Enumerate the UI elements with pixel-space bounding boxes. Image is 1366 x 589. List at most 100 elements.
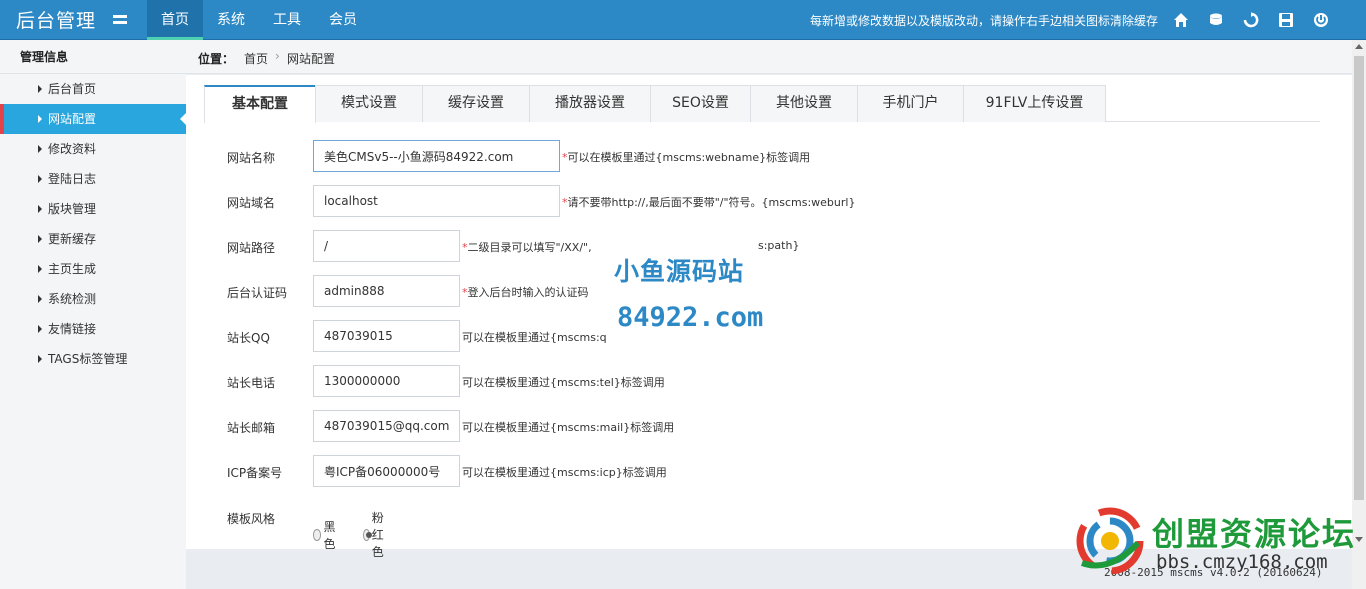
forum-logo-mark-icon xyxy=(1076,507,1144,575)
email-label: 站长邮箱 xyxy=(227,421,276,435)
theme-option-black[interactable]: 黑色 xyxy=(313,509,339,560)
phone-hint: 可以在模板里通过{mscms:tel}标签调用 xyxy=(462,376,665,389)
power-icon[interactable] xyxy=(1310,10,1332,30)
admin-code-label: 后台认证码 xyxy=(227,286,288,300)
sidebar-item-label: 登陆日志 xyxy=(48,172,97,186)
tab-seo[interactable]: SEO设置 xyxy=(650,85,751,122)
qq-input[interactable] xyxy=(313,320,460,352)
breadcrumb-current: 网站配置 xyxy=(287,52,336,66)
tab-mobile[interactable]: 手机门户 xyxy=(857,85,964,122)
admin-code-hint: *登入后台时输入的认证码 xyxy=(462,286,589,299)
site-domain-label: 网站域名 xyxy=(227,196,276,210)
theme-radio-group: 黑色 粉红色 xyxy=(313,509,413,560)
sidebar-item-generate[interactable]: 主页生成 xyxy=(0,254,186,284)
sidebar-item-label: 版块管理 xyxy=(48,202,97,216)
watermark-line1: 小鱼源码站 xyxy=(614,257,745,286)
watermark-line2: 84922.com xyxy=(617,302,764,333)
site-name-input[interactable] xyxy=(313,140,560,172)
tab-flv-upload[interactable]: 91FLV上传设置 xyxy=(963,85,1106,122)
email-hint: 可以在模板里通过{mscms:mail}标签调用 xyxy=(462,421,675,434)
forum-logo: 创盟资源论坛 bbs.cmzy168.com xyxy=(1072,503,1354,583)
tab-player[interactable]: 播放器设置 xyxy=(529,85,651,122)
radio-checked-icon[interactable] xyxy=(363,528,372,541)
scroll-down-arrow-icon[interactable] xyxy=(1355,537,1363,542)
nav-system[interactable]: 系统 xyxy=(203,0,259,40)
scroll-up-arrow-icon[interactable] xyxy=(1355,44,1363,49)
site-path-input[interactable] xyxy=(313,230,460,262)
sidebar-item-profile[interactable]: 修改资料 xyxy=(0,134,186,164)
scroll-thumb[interactable] xyxy=(1354,56,1364,500)
site-name-hint: *可以在模板里通过{mscms:webname}标签调用 xyxy=(562,151,811,164)
site-domain-input[interactable] xyxy=(313,185,560,217)
qq-label: 站长QQ xyxy=(227,331,270,345)
nav-home[interactable]: 首页 xyxy=(147,0,203,40)
refresh-icon[interactable] xyxy=(1240,10,1262,30)
theme-label: 模板风格 xyxy=(227,512,276,526)
caret-right-icon xyxy=(38,115,42,123)
breadcrumb-home-link[interactable]: 首页 xyxy=(244,50,268,67)
top-bar: 后台管理 首页 系统 工具 会员 每新增或修改数据以及模版改动，请操作右手边相关… xyxy=(0,0,1366,40)
caret-right-icon xyxy=(38,265,42,273)
sidebar-item-site-config[interactable]: 网站配置 xyxy=(0,104,186,134)
app-title: 后台管理 xyxy=(16,10,97,32)
site-path-hint: *二级目录可以填写"/XX/", xyxy=(462,241,592,254)
nav-tools[interactable]: 工具 xyxy=(259,0,315,40)
sidebar-item-login-log[interactable]: 登陆日志 xyxy=(0,164,186,194)
icp-label: ICP备案号 xyxy=(227,466,283,480)
email-input[interactable] xyxy=(313,410,460,442)
icp-input[interactable] xyxy=(313,455,460,487)
sidebar-item-links[interactable]: 友情链接 xyxy=(0,314,186,344)
caret-right-icon xyxy=(38,235,42,243)
nav-members[interactable]: 会员 xyxy=(315,0,371,40)
caret-right-icon xyxy=(38,325,42,333)
caret-right-icon xyxy=(38,85,42,93)
database-icon[interactable] xyxy=(1205,10,1227,30)
admin-code-input[interactable] xyxy=(313,275,460,307)
page-scrollbar[interactable] xyxy=(1352,40,1366,589)
tab-other[interactable]: 其他设置 xyxy=(750,85,858,122)
sidebar-item-label: 后台首页 xyxy=(48,82,97,96)
sidebar-item-label: 系统检测 xyxy=(48,292,97,306)
top-icon-bar xyxy=(1170,10,1345,30)
sidebar-item-sections[interactable]: 版块管理 xyxy=(0,194,186,224)
tab-cache[interactable]: 缓存设置 xyxy=(422,85,530,122)
sidebar-item-cache[interactable]: 更新缓存 xyxy=(0,224,186,254)
cache-notice: 每新增或修改数据以及模版改动，请操作右手边相关图标清除缓存 xyxy=(810,14,1159,28)
site-path-label: 网站路径 xyxy=(227,241,276,255)
sidebar-heading: 管理信息 xyxy=(0,40,186,74)
menu-toggle-icon[interactable] xyxy=(113,13,129,25)
sidebar-item-label: 网站配置 xyxy=(48,112,97,126)
sidebar-item-home[interactable]: 后台首页 xyxy=(0,74,186,104)
sidebar-item-system-check[interactable]: 系统检测 xyxy=(0,284,186,314)
site-path-hint-tail: s:path} xyxy=(758,239,800,252)
home-icon[interactable] xyxy=(1170,10,1192,30)
sidebar-item-label: 友情链接 xyxy=(48,322,97,336)
caret-right-icon xyxy=(38,145,42,153)
save-icon[interactable] xyxy=(1275,10,1297,30)
forum-logo-title: 创盟资源论坛 xyxy=(1152,515,1357,553)
site-name-label: 网站名称 xyxy=(227,151,276,165)
sidebar-item-label: 修改资料 xyxy=(48,142,97,156)
tab-basic[interactable]: 基本配置 xyxy=(204,85,316,123)
sidebar: 管理信息 后台首页 网站配置 修改资料 登陆日志 版块管理 更新缓存 主页生成 … xyxy=(0,40,186,589)
icp-hint: 可以在模板里通过{mscms:icp}标签调用 xyxy=(462,466,667,479)
qq-hint: 可以在模板里通过{mscms:q xyxy=(462,331,607,344)
top-nav: 首页 系统 工具 会员 xyxy=(147,0,371,40)
caret-right-icon xyxy=(38,175,42,183)
sidebar-item-label: 主页生成 xyxy=(48,262,97,276)
breadcrumb-separator: › xyxy=(275,49,280,63)
main-panel: 基本配置 模式设置 缓存设置 播放器设置 SEO设置 其他设置 手机门户 91F… xyxy=(186,75,1352,559)
caret-right-icon xyxy=(38,205,42,213)
sidebar-item-label: 更新缓存 xyxy=(48,232,97,246)
sidebar-item-tags[interactable]: TAGS标签管理 xyxy=(0,344,186,374)
radio-icon[interactable] xyxy=(313,528,322,541)
forum-logo-url: bbs.cmzy168.com xyxy=(1156,551,1328,573)
phone-input[interactable] xyxy=(313,365,460,397)
config-tabs: 基本配置 模式设置 缓存设置 播放器设置 SEO设置 其他设置 手机门户 91F… xyxy=(204,85,1320,123)
phone-label: 站长电话 xyxy=(227,376,276,390)
sidebar-menu: 后台首页 网站配置 修改资料 登陆日志 版块管理 更新缓存 主页生成 系统检测 … xyxy=(0,74,186,374)
theme-option-pink[interactable]: 粉红色 xyxy=(363,509,389,560)
breadcrumb: 位置： 首页 › 网站配置 xyxy=(186,40,1352,74)
caret-right-icon xyxy=(38,295,42,303)
tab-mode[interactable]: 模式设置 xyxy=(315,85,423,122)
